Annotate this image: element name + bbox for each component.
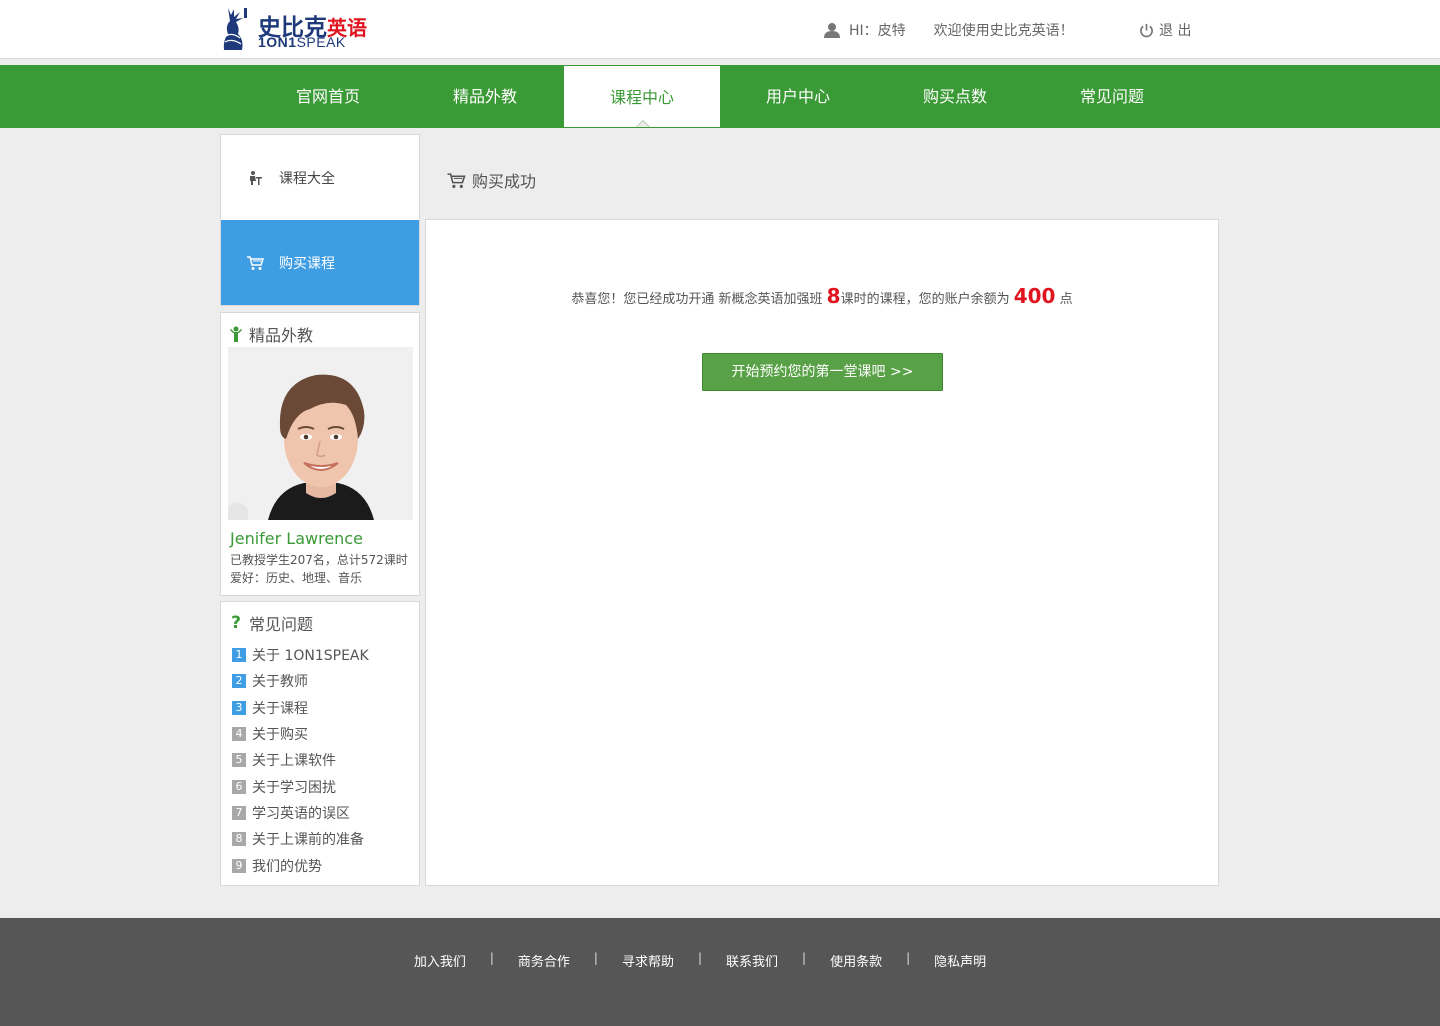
nav-item-user-center[interactable]: 用户中心 (720, 65, 876, 128)
logout-button[interactable]: 退 出 (1139, 20, 1191, 40)
success-message: 恭喜您！您已经成功开通 新概念英语加强班 8课时的课程，您的账户余额为 400 … (571, 284, 1073, 308)
sidebar-item-label: 购买课程 (279, 255, 335, 272)
faq-item[interactable]: 3 关于课程 (232, 695, 369, 721)
active-caret-icon (636, 120, 650, 127)
faq-number-badge: 8 (232, 832, 246, 847)
footer-divider: | (906, 951, 911, 965)
faq-number-badge: 7 (232, 805, 246, 820)
welcome-text: 欢迎使用史比克英语！ (933, 23, 1074, 39)
faq-number-badge: 5 (232, 753, 246, 768)
question-icon: ? (231, 613, 241, 633)
footer-divider: | (697, 951, 703, 965)
sidebar-item-buy-course[interactable]: 购买课程 (221, 220, 419, 305)
faq-item[interactable]: 1 关于 1ON1SPEAK (232, 642, 369, 668)
faq-item-label: 我们的优势 (252, 858, 322, 875)
nav-item-teachers[interactable]: 精品外教 (407, 65, 563, 128)
sidebar-item-label: 课程大全 (279, 170, 335, 187)
faq-item[interactable]: 9 我们的优势 (232, 852, 369, 878)
statue-of-liberty-logo-icon (223, 8, 247, 50)
faq-item-label: 关于课程 (252, 700, 308, 717)
page-title: 购买成功 (446, 168, 536, 192)
footer-link-terms[interactable]: 使用条款 (830, 951, 882, 970)
user-greeting: HI：皮特 (849, 23, 906, 39)
faq-item-label: 关于上课前的准备 (252, 832, 364, 849)
user-icon (824, 23, 840, 38)
faq-item-label: 关于上课软件 (252, 753, 336, 770)
faq-list: 1 关于 1ON1SPEAK 2 关于教师 3 关于课程 4 关于购买 5 关于上课软件 … (232, 642, 369, 879)
page-title-label: 购买成功 (472, 172, 537, 191)
footer-divider: | (802, 951, 807, 965)
faq-item-label: 关于学习困扰 (252, 779, 336, 796)
footer-link-privacy[interactable]: 隐私声明 (934, 951, 986, 970)
nav-item-home[interactable]: 官网首页 (250, 65, 406, 128)
footer-links: 加入我们 | 商务合作 | 寻求帮助 | 联系我们 | 使用条款 | 隐私声明 (0, 951, 1400, 970)
faq-item[interactable]: 5 关于上课软件 (232, 747, 369, 773)
faq-item[interactable]: 6 关于学习困扰 (232, 773, 369, 799)
teacher-photo[interactable] (228, 347, 413, 520)
faq-number-badge: 1 (232, 648, 246, 663)
user-info: HI：皮特 欢迎使用史比克英语！ (824, 20, 1074, 40)
faq-item-label: 学习英语的误区 (252, 805, 350, 822)
sidebar-item-all-courses[interactable]: 课程大全 (221, 135, 419, 220)
logo-english-thin: SPEAK (296, 34, 346, 50)
faq-item-label: 关于购买 (252, 727, 308, 744)
faq-panel: ? 常见问题 1 关于 1ON1SPEAK 2 关于教师 3 关于课程 4 关于购买 5… (220, 601, 420, 886)
faq-item[interactable]: 2 关于教师 (232, 668, 369, 694)
footer-divider: | (593, 951, 598, 965)
account-balance: 400 (1013, 284, 1056, 308)
faq-item-label: 关于教师 (252, 674, 308, 691)
footer-link-contact[interactable]: 联系我们 (726, 951, 778, 970)
sidebar-menu: 课程大全 购买课程 (220, 134, 420, 306)
logout-label: 退 出 (1159, 23, 1192, 39)
nav-item-faq[interactable]: 常见问题 (1034, 65, 1190, 128)
faq-panel-title: ? 常见问题 (229, 611, 313, 635)
book-first-lesson-button[interactable]: 开始预约您的第一堂课吧 >> (702, 353, 943, 391)
faq-number-badge: 4 (232, 727, 246, 742)
footer-divider: | (489, 951, 494, 965)
teacher-stats: 已教授学生207名，总计572课时 (230, 553, 408, 567)
site-logo[interactable]: 史比克英语 1ON1SPEAK (220, 6, 380, 54)
footer-link-join[interactable]: 加入我们 (414, 951, 466, 970)
faq-item[interactable]: 8 关于上课前的准备 (232, 826, 369, 852)
faq-item[interactable]: 7 学习英语的误区 (232, 800, 369, 826)
desk-icon (245, 169, 265, 187)
logo-english: 1ON1SPEAK (258, 34, 346, 50)
nav-item-buy-points[interactable]: 购买点数 (877, 65, 1033, 128)
course-hours: 8 (826, 284, 841, 308)
faq-item[interactable]: 4 关于购买 (232, 721, 369, 747)
power-icon (1140, 23, 1153, 37)
faq-number-badge: 9 (232, 858, 246, 873)
faq-number-badge: 2 (232, 674, 246, 689)
footer: 加入我们 | 商务合作 | 寻求帮助 | 联系我们 | 使用条款 | 隐私声明 (0, 918, 1440, 1026)
teacher-icon (229, 326, 243, 343)
main-nav: 官网首页 精品外教 课程中心 用户中心 购买点数 常见问题 (0, 65, 1440, 128)
footer-link-business[interactable]: 商务合作 (518, 951, 570, 970)
faq-number-badge: 6 (232, 779, 246, 794)
teacher-hobby: 爱好：历史、地理、音乐 (230, 571, 363, 585)
cart-icon (446, 172, 466, 189)
faq-item-label: 关于 1ON1SPEAK (252, 648, 369, 665)
teacher-name[interactable]: Jenifer Lawrence (230, 529, 363, 548)
featured-teacher-panel: 精品外教 Jenifer Lawrence 已教授学生207名，总计572课时 … (220, 312, 420, 596)
nav-item-courses[interactable]: 课程中心 (564, 66, 720, 127)
top-header: 史比克英语 1ON1SPEAK HI：皮特 欢迎使用史比克英语！ 退 出 (0, 0, 1440, 59)
teacher-panel-title: 精品外教 (229, 322, 313, 346)
footer-link-help[interactable]: 寻求帮助 (622, 951, 674, 970)
faq-number-badge: 3 (232, 700, 246, 715)
content-panel: 恭喜您！您已经成功开通 新概念英语加强班 8课时的课程，您的账户余额为 400 … (425, 219, 1219, 886)
cart-icon (245, 254, 265, 272)
